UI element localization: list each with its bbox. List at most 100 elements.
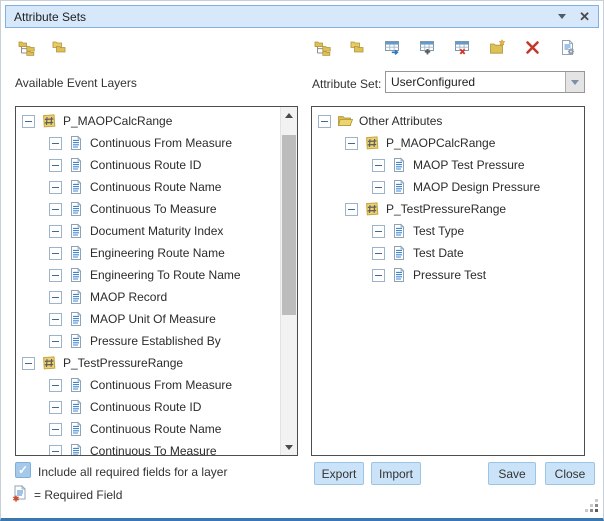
layer-tree-icon[interactable]: [313, 38, 331, 56]
minus-icon: [52, 385, 59, 386]
include-required-fields-label: Include all required fields for a layer: [38, 465, 227, 479]
export-button[interactable]: Export: [314, 462, 364, 485]
field-icon: [68, 201, 84, 217]
tree-item[interactable]: MAOP Record: [16, 286, 280, 308]
collapse-toggle[interactable]: [372, 159, 385, 172]
minus-icon: [52, 341, 59, 342]
tree-item-label: Document Maturity Index: [90, 224, 223, 238]
tree-item[interactable]: Document Maturity Index: [16, 220, 280, 242]
tree-item-label: Continuous Route Name: [90, 180, 221, 194]
tree-item[interactable]: Pressure Established By: [16, 330, 280, 352]
tree-item[interactable]: Continuous To Measure: [16, 440, 280, 456]
tree-item[interactable]: Engineering Route Name: [16, 242, 280, 264]
tree-item-label: MAOP Record: [90, 290, 167, 304]
tree-item[interactable]: Test Date: [312, 242, 584, 264]
minus-icon: [375, 253, 382, 254]
folders-icon[interactable]: [348, 38, 366, 56]
save-button[interactable]: Save: [488, 462, 536, 485]
table-add-icon[interactable]: [418, 38, 436, 56]
table-export-icon[interactable]: [383, 38, 401, 56]
tree-item[interactable]: Test Type: [312, 220, 584, 242]
tree-item[interactable]: P_TestPressureRange: [312, 198, 584, 220]
available-layers-tree: P_MAOPCalcRangeContinuous From MeasureCo…: [16, 107, 280, 456]
tree-item[interactable]: P_TestPressureRange: [16, 352, 280, 374]
tree-item[interactable]: MAOP Test Pressure: [312, 154, 584, 176]
collapse-toggle[interactable]: [372, 181, 385, 194]
attribute-set-dropdown[interactable]: UserConfigured: [385, 71, 585, 93]
tree-item[interactable]: Continuous From Measure: [16, 374, 280, 396]
collapse-toggle[interactable]: [345, 203, 358, 216]
layer-tree-icon[interactable]: [17, 38, 35, 56]
collapse-toggle[interactable]: [372, 247, 385, 260]
vertical-scrollbar[interactable]: [280, 107, 297, 455]
close-icon[interactable]: ✕: [579, 10, 590, 23]
tree-item-label: Pressure Test: [413, 268, 486, 282]
tree-item[interactable]: Continuous Route ID: [16, 154, 280, 176]
collapse-toggle[interactable]: [49, 159, 62, 172]
tree-item[interactable]: Pressure Test: [312, 264, 584, 286]
field-icon: [68, 443, 84, 456]
tree-item[interactable]: Continuous Route ID: [16, 396, 280, 418]
collapse-toggle[interactable]: [49, 291, 62, 304]
collapse-toggle[interactable]: [22, 115, 35, 128]
collapse-toggle[interactable]: [49, 335, 62, 348]
field-icon: [391, 245, 407, 261]
tree-item[interactable]: Continuous From Measure: [16, 132, 280, 154]
tree-item-label: P_MAOPCalcRange: [386, 136, 495, 150]
attribute-set-label: Attribute Set:: [312, 77, 381, 91]
table-delete-icon[interactable]: [453, 38, 471, 56]
collapse-toggle[interactable]: [372, 269, 385, 282]
collapse-toggle[interactable]: [49, 269, 62, 282]
collapse-toggle[interactable]: [49, 181, 62, 194]
collapse-toggle[interactable]: [49, 401, 62, 414]
delete-icon[interactable]: [523, 38, 541, 56]
resize-grip[interactable]: [585, 499, 599, 513]
minus-icon: [348, 209, 355, 210]
collapse-toggle[interactable]: [372, 225, 385, 238]
minus-icon: [375, 165, 382, 166]
report-settings-icon[interactable]: [558, 38, 576, 56]
collapse-toggle[interactable]: [49, 313, 62, 326]
right-toolbar: [313, 38, 576, 56]
tree-item[interactable]: Other Attributes: [312, 110, 584, 132]
minus-icon: [52, 429, 59, 430]
new-folder-icon[interactable]: [488, 38, 506, 56]
scroll-down-button[interactable]: [281, 439, 297, 455]
tree-item[interactable]: Continuous Route Name: [16, 418, 280, 440]
minus-icon: [52, 253, 59, 254]
available-layers-panel[interactable]: P_MAOPCalcRangeContinuous From MeasureCo…: [15, 106, 298, 456]
field-icon: [68, 377, 84, 393]
collapse-toggle[interactable]: [49, 247, 62, 260]
collapse-toggle[interactable]: [49, 379, 62, 392]
tree-item[interactable]: MAOP Unit Of Measure: [16, 308, 280, 330]
folders-icon[interactable]: [50, 38, 68, 56]
tree-item[interactable]: Engineering To Route Name: [16, 264, 280, 286]
collapse-dialog-icon[interactable]: [558, 14, 566, 19]
scrollbar-thumb[interactable]: [282, 135, 296, 315]
import-button[interactable]: Import: [371, 462, 421, 485]
collapse-toggle[interactable]: [49, 203, 62, 216]
collapse-toggle[interactable]: [49, 225, 62, 238]
minus-icon: [348, 143, 355, 144]
tree-item[interactable]: MAOP Design Pressure: [312, 176, 584, 198]
include-required-fields-checkbox[interactable]: [15, 462, 31, 478]
collapse-toggle[interactable]: [345, 137, 358, 150]
tree-item[interactable]: Continuous To Measure: [16, 198, 280, 220]
collapse-toggle[interactable]: [49, 445, 62, 457]
tree-item-label: Continuous Route Name: [90, 422, 221, 436]
collapse-toggle[interactable]: [22, 357, 35, 370]
field-icon: [68, 421, 84, 437]
collapse-toggle[interactable]: [49, 423, 62, 436]
tree-item[interactable]: Continuous Route Name: [16, 176, 280, 198]
collapse-toggle[interactable]: [49, 137, 62, 150]
arrow-down-icon: [285, 445, 293, 450]
close-button[interactable]: Close: [545, 462, 595, 485]
collapse-toggle[interactable]: [318, 115, 331, 128]
scroll-up-button[interactable]: [281, 107, 297, 123]
tree-item[interactable]: P_MAOPCalcRange: [16, 110, 280, 132]
tree-item-label: Continuous Route ID: [90, 400, 201, 414]
grip-dots-icon: [585, 509, 588, 512]
dropdown-arrow-button[interactable]: [565, 72, 584, 92]
attribute-set-panel[interactable]: Other Attributes P_MAOPCalcRange MAOP Test…: [311, 106, 585, 456]
tree-item[interactable]: P_MAOPCalcRange: [312, 132, 584, 154]
